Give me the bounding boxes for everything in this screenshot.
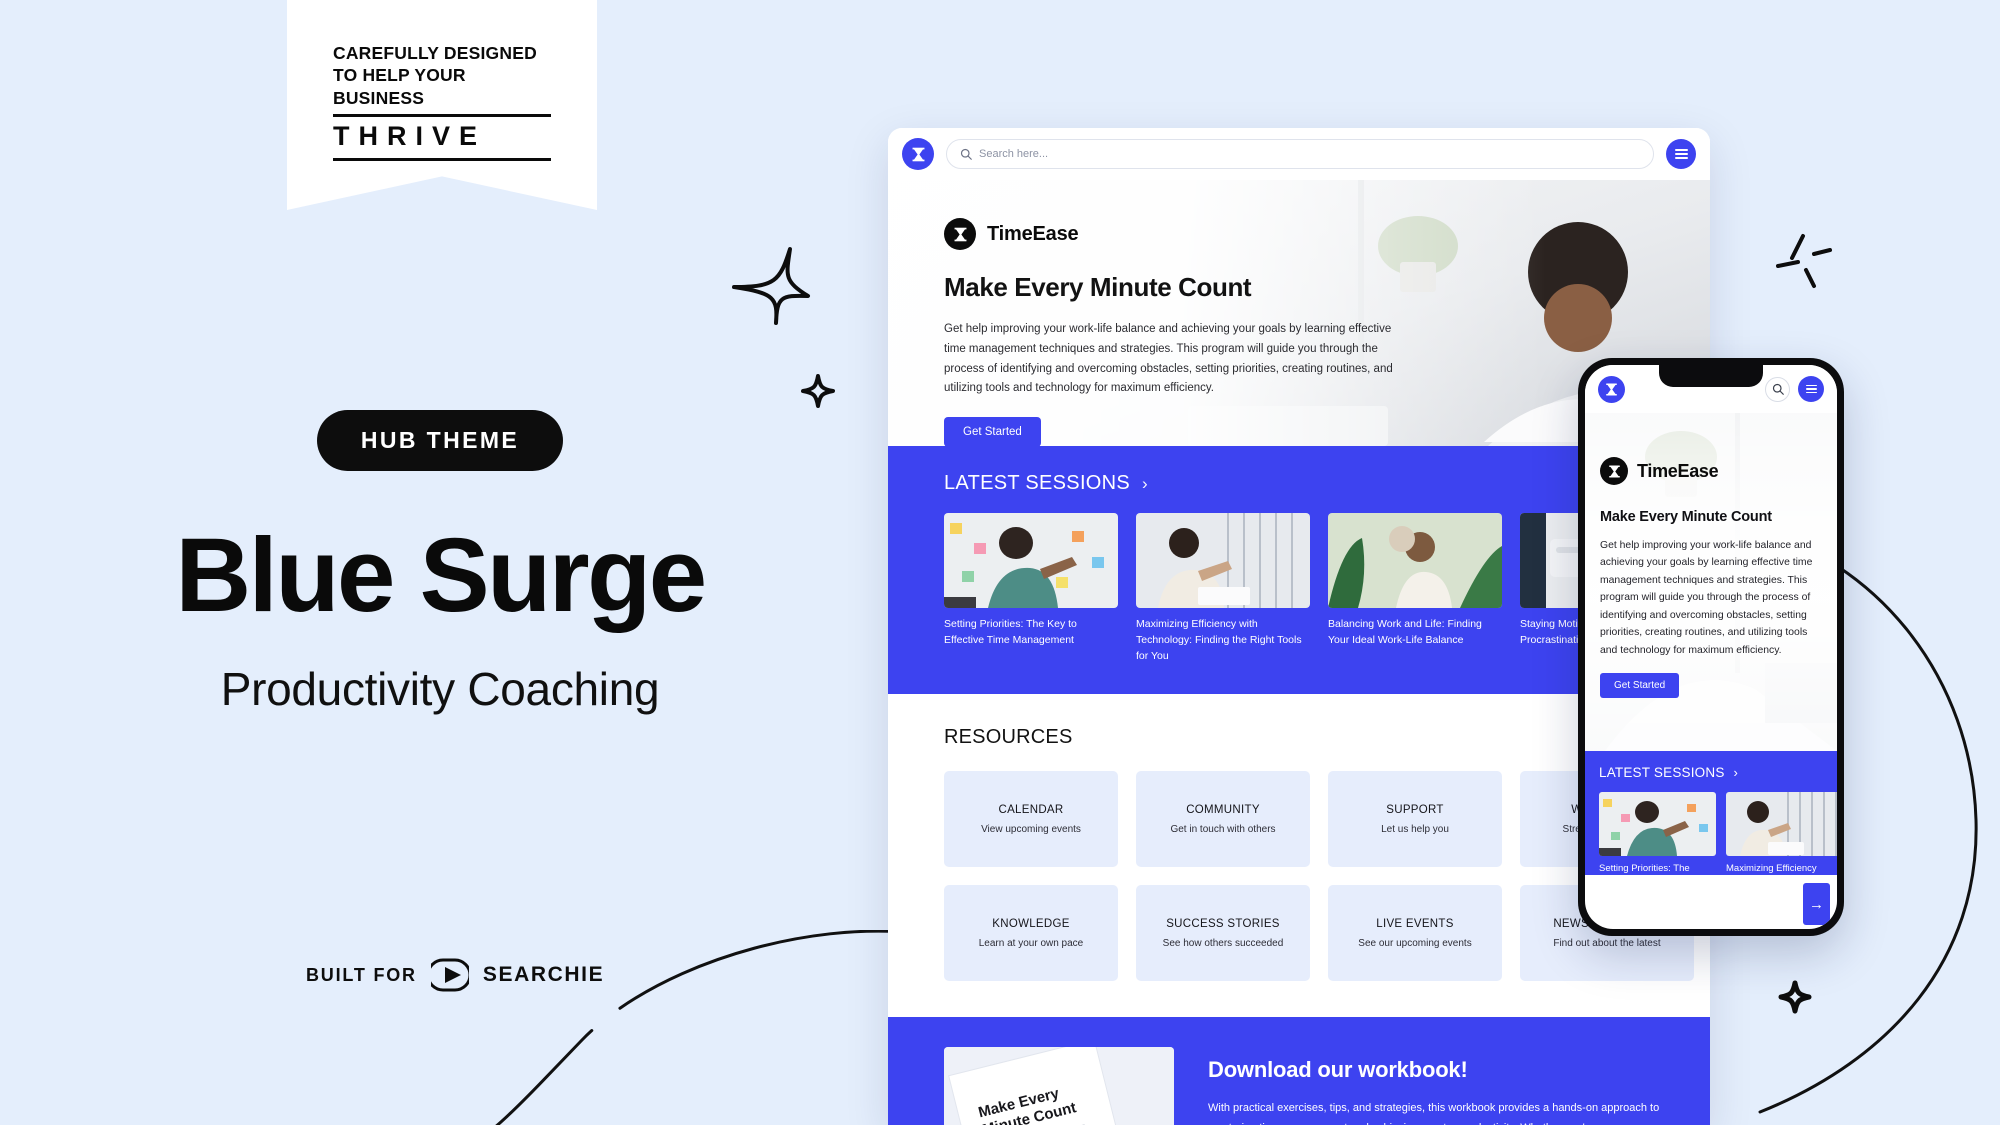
session-thumbnail <box>1136 513 1310 608</box>
resource-title: KNOWLEDGE <box>992 917 1070 930</box>
workbook-heading: Download our workbook! <box>1208 1057 1468 1083</box>
decoration-four-point-star-small <box>800 373 836 409</box>
mobile-hero-heading: Make Every Minute Count <box>1600 509 1772 525</box>
hero-body: Get help improving your work-life balanc… <box>944 323 1393 395</box>
mobile-session-caption: Setting Priorities: The <box>1599 863 1690 874</box>
mobile-session-card-list: Setting Priorities: The Maximizing Effic… <box>1599 792 1837 874</box>
mobile-get-started-button[interactable]: Get Started <box>1600 673 1680 699</box>
resource-title: CALENDAR <box>998 803 1064 816</box>
mobile-session-card[interactable]: Maximizing Efficiency <box>1726 792 1837 874</box>
resource-desc: Get in touch with others <box>1170 823 1276 835</box>
mobile-latest-sessions-section: LATEST SESSIONS › Setting Priorities: Th… <box>1585 751 1837 925</box>
session-thumbnail <box>1328 513 1502 608</box>
searchie-logo-icon <box>426 958 472 992</box>
brand-name: TimeEase <box>987 222 1079 245</box>
resource-tile[interactable]: COMMUNITY Get in touch with others <box>1136 771 1310 868</box>
page-subtitle: Productivity Coaching <box>220 663 660 715</box>
mobile-latest-sessions-header[interactable]: LATEST SESSIONS › <box>1599 765 1837 780</box>
search-input[interactable]: Search here... <box>946 139 1654 169</box>
hub-theme-badge: HUB THEME <box>316 410 564 471</box>
phone-notch <box>1659 365 1763 387</box>
resource-tile[interactable]: LIVE EVENTS See our upcoming events <box>1328 885 1502 982</box>
ribbon-wordmark: THRIVE <box>333 120 487 151</box>
mobile-mockup: TimeEase Make Every Minute Count Get hel… <box>1578 358 1844 936</box>
resource-desc: View upcoming events <box>981 823 1081 835</box>
mobile-hero: TimeEase Make Every Minute Count Get hel… <box>1585 413 1837 751</box>
get-started-button[interactable]: Get Started <box>944 417 1041 446</box>
searchie-wordmark: SEARCHIE <box>482 963 605 986</box>
session-caption: Setting Priorities: The Key to Effective… <box>944 618 1077 646</box>
resource-tile[interactable]: SUPPORT Let us help you <box>1328 771 1502 868</box>
page-title: Blue Surge <box>175 517 707 634</box>
desktop-topbar: Search here... <box>888 128 1710 180</box>
latest-sessions-title: LATEST SESSIONS <box>944 472 1131 494</box>
brand-lockup: TimeEase <box>944 218 1408 250</box>
mobile-session-caption: Maximizing Efficiency <box>1726 863 1817 874</box>
decoration-sparkle-dashes <box>1772 230 1842 292</box>
mobile-brand-name: TimeEase <box>1637 460 1719 481</box>
hourglass-icon[interactable] <box>902 138 934 170</box>
resource-title: SUCCESS STORIES <box>1166 917 1280 930</box>
chevron-right-icon[interactable]: › <box>1734 765 1738 780</box>
resource-title: SUPPORT <box>1386 803 1444 816</box>
ribbon-rule-bottom <box>333 158 551 161</box>
hamburger-icon[interactable] <box>1666 139 1696 169</box>
hourglass-icon[interactable] <box>1598 375 1625 403</box>
session-card[interactable]: Balancing Work and Life: Finding Your Id… <box>1328 513 1502 664</box>
resource-tile[interactable]: CALENDAR View upcoming events <box>944 771 1118 868</box>
decoration-four-point-star-large <box>728 243 814 329</box>
hourglass-icon <box>944 218 976 250</box>
mobile-session-thumbnail <box>1726 792 1837 856</box>
search-icon[interactable] <box>1765 376 1790 402</box>
workbook-section: Make Every Minute Count Download our wor… <box>888 1017 1710 1125</box>
mobile-brand-lockup: TimeEase <box>1600 457 1822 485</box>
resource-title: LIVE EVENTS <box>1376 917 1454 930</box>
session-caption: Maximizing Efficiency with Technology: F… <box>1136 618 1302 662</box>
carousel-next-arrow-icon[interactable]: → <box>1803 883 1830 925</box>
ribbon-rule-top <box>333 114 551 117</box>
search-icon <box>960 148 972 160</box>
ribbon-line-1: CAREFULLY DESIGNED <box>333 43 537 63</box>
resource-desc: Let us help you <box>1381 823 1449 835</box>
session-card[interactable]: Setting Priorities: The Key to Effective… <box>944 513 1118 664</box>
decoration-four-point-star-solid <box>1778 980 1812 1014</box>
session-thumbnail <box>944 513 1118 608</box>
built-for-label: BUILT FOR <box>306 964 417 985</box>
resource-tile[interactable]: SUCCESS STORIES See how others succeeded <box>1136 885 1310 982</box>
chevron-right-icon[interactable]: › <box>1142 475 1148 492</box>
resource-title: COMMUNITY <box>1186 803 1260 816</box>
resource-desc: Find out about the latest <box>1553 937 1661 949</box>
mobile-hero-body: Get help improving your work-life balanc… <box>1600 540 1813 656</box>
workbook-cover-image: Make Every Minute Count <box>944 1047 1174 1125</box>
promo-left-column: HUB THEME Blue Surge Productivity Coachi… <box>0 410 880 716</box>
session-caption: Balancing Work and Life: Finding Your Id… <box>1328 618 1482 646</box>
hourglass-icon <box>1600 457 1628 485</box>
mobile-latest-sessions-title: LATEST SESSIONS <box>1599 765 1725 780</box>
mobile-session-thumbnail <box>1599 792 1716 856</box>
resource-tile[interactable]: KNOWLEDGE Learn at your own pace <box>944 885 1118 982</box>
built-for-searchie: BUILT FOR SEARCHIE <box>306 958 604 992</box>
session-card[interactable]: Maximizing Efficiency with Technology: F… <box>1136 513 1310 664</box>
resource-desc: Learn at your own pace <box>978 937 1084 949</box>
hero-heading: Make Every Minute Count <box>944 272 1252 302</box>
workbook-body: With practical exercises, tips, and stra… <box>1208 1102 1660 1125</box>
thrive-ribbon: CAREFULLY DESIGNED TO HELP YOUR BUSINESS… <box>287 0 597 210</box>
ribbon-line-2: TO HELP YOUR BUSINESS <box>333 65 466 108</box>
mobile-session-card[interactable]: Setting Priorities: The <box>1599 792 1716 874</box>
hamburger-icon[interactable] <box>1798 376 1824 402</box>
search-placeholder: Search here... <box>979 148 1049 160</box>
resource-desc: See our upcoming events <box>1358 937 1472 949</box>
resource-desc: See how others succeeded <box>1162 937 1284 949</box>
